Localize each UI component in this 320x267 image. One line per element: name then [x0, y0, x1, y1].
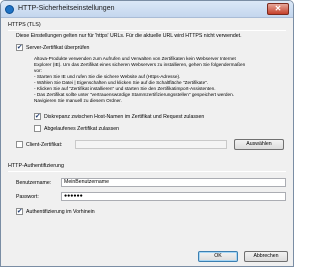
- verify-cert-label: Server-Zertifikat überprüfen: [26, 45, 90, 51]
- client-cert-input[interactable]: [75, 140, 227, 149]
- host-mismatch-label: Diskrepanz zwischen Host-Namen im Zertif…: [44, 114, 205, 120]
- auth-group-divider: [8, 171, 286, 172]
- globe-icon: [5, 5, 14, 14]
- cancel-button[interactable]: Abbrechen: [244, 251, 288, 262]
- ok-button[interactable]: OK: [198, 251, 238, 262]
- preemptive-auth-checkbox[interactable]: [16, 207, 23, 215]
- https-group-divider: [8, 30, 286, 31]
- username-field[interactable]: MeinBenutzername: [61, 178, 286, 187]
- close-button[interactable]: ✕: [267, 3, 289, 15]
- username-label: Benutzername:: [16, 180, 52, 186]
- verify-cert-checkbox[interactable]: [16, 43, 23, 51]
- dialog-window: HTTP-Sicherheitseinstellungen ✕ HTTPS (T…: [0, 0, 294, 267]
- browse-cert-button[interactable]: Auswählen: [234, 139, 284, 150]
- dialog-content: HTTPS (TLS) Diese Einstellungen gelten n…: [2, 19, 292, 266]
- auth-group-label: HTTP-Authentifizierung: [8, 163, 65, 169]
- expired-cert-checkbox[interactable]: [34, 125, 41, 132]
- host-mismatch-checkbox[interactable]: [34, 112, 41, 120]
- preemptive-auth-label: Authentifizierung im Vorhinein: [26, 209, 95, 215]
- expired-cert-label: Abgelaufenes Zertifikat zulassen: [44, 126, 119, 132]
- title-bar[interactable]: HTTP-Sicherheitseinstellungen ✕: [1, 1, 293, 18]
- client-cert-label: Client-Zertifikat:: [26, 142, 63, 148]
- instruction-line: Navigieren Sie manuell zu diesem Ordner.: [34, 98, 122, 103]
- https-group-label: HTTPS (TLS): [8, 22, 41, 28]
- https-intro-text: Diese Einstellungen gelten nur für 'http…: [16, 33, 242, 39]
- client-cert-checkbox[interactable]: [16, 141, 23, 148]
- certificate-instructions: Altova-Produkte verwenden zum Aufrufen u…: [34, 56, 284, 104]
- password-field[interactable]: ●●●●●●: [61, 192, 286, 201]
- password-label: Passwort:: [16, 194, 39, 200]
- window-title: HTTP-Sicherheitseinstellungen: [18, 5, 115, 12]
